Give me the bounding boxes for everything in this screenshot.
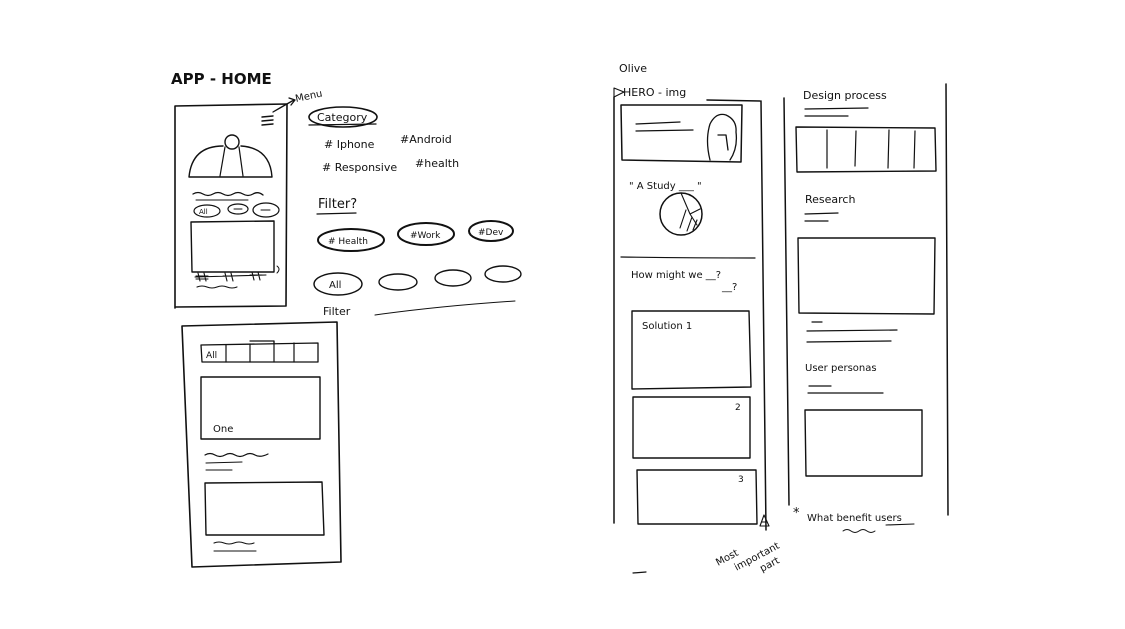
wireframe-sketch: APP - HOME Menu All Category # Iphone #A… <box>171 62 949 575</box>
design-process-label: Design process <box>803 89 887 102</box>
hero-image-box <box>620 104 743 163</box>
star-icon: * <box>793 506 800 521</box>
chip-all-label: All <box>199 208 208 216</box>
research-label: Research <box>805 193 855 206</box>
app-home-title: APP - HOME <box>171 70 272 88</box>
filter-section: Filter? # Health #Work #Dev All Filter <box>313 197 522 318</box>
olive-title: Olive <box>619 62 647 75</box>
list-card-1-label: One <box>213 424 233 435</box>
benefit-note-text: What benefit users <box>807 513 902 524</box>
category-section: Category # Iphone #Android # Responsive … <box>308 106 459 174</box>
wavy-heading <box>204 452 269 458</box>
wavy-heading <box>192 191 264 197</box>
filter-chip-work-label: #Work <box>410 231 441 241</box>
tag-responsive: # Responsive <box>322 161 397 174</box>
solution-card-2 <box>632 396 751 459</box>
phone-mockup-home: All <box>174 103 288 309</box>
important-note: Most important part <box>714 541 781 575</box>
persona-image-box <box>804 409 923 477</box>
hmw-q2: __? <box>721 282 737 293</box>
filter-empty-chip <box>378 273 418 291</box>
filter-chip-health-label: # Health <box>328 237 368 247</box>
menu-arrow <box>272 97 296 113</box>
tab-bar: All <box>200 340 319 363</box>
filter-chip-dev-label: #Dev <box>478 228 504 238</box>
solution-card-2-number: 2 <box>735 403 741 413</box>
hero-illustration <box>188 134 273 178</box>
category-label: Category <box>317 111 368 124</box>
case-study-column: " A Study ___ " How might we __? __? Sol… <box>613 96 770 574</box>
quote-illustration <box>659 192 703 236</box>
filter-question: Filter? <box>318 197 357 212</box>
hero-figure <box>706 113 738 161</box>
quote-text: " A Study ___ " <box>629 181 702 192</box>
research-image-box <box>797 237 936 315</box>
hmw-text: How might we __? <box>631 270 721 281</box>
wavy-underline <box>842 529 876 533</box>
process-column: Design process Research User personas <box>783 83 949 516</box>
hero-label-group: HERO - img <box>613 86 686 101</box>
content-card <box>190 220 275 273</box>
filter-all-label: All <box>329 280 341 291</box>
menu-annotation: Menu <box>294 88 323 104</box>
list-card-2 <box>204 481 325 536</box>
hashtag-row <box>194 271 267 282</box>
tag-android: #Android <box>400 133 452 146</box>
filter-empty-chip <box>434 269 472 287</box>
hero-label: HERO - img <box>623 86 686 99</box>
hamburger-menu-icon <box>261 115 274 126</box>
user-persona-label: User personas <box>805 363 877 374</box>
wavy-heading <box>213 541 255 545</box>
solution-card-3-number: 3 <box>738 475 744 485</box>
flag-a-icon <box>759 514 770 527</box>
filter-bar-label: Filter <box>323 305 351 318</box>
solution-1-label: Solution 1 <box>642 321 692 332</box>
tab-all-label: All <box>206 351 217 361</box>
filter-empty-chip <box>484 265 522 283</box>
wavy-line <box>196 285 238 289</box>
tag-health: #health <box>415 157 459 170</box>
phone-mockup-list: All One <box>181 321 342 568</box>
tag-iphone: # Iphone <box>324 138 375 151</box>
benefit-note: * What benefit users <box>793 506 915 533</box>
filter-bar-line <box>374 300 516 316</box>
